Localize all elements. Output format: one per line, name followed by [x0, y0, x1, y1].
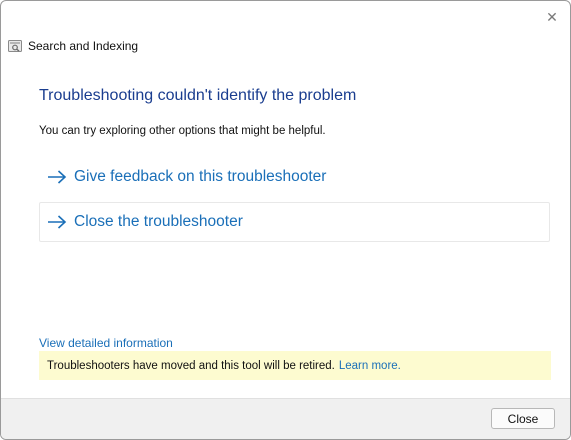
close-button[interactable]: Close — [491, 408, 555, 429]
app-header: Search and Indexing — [8, 38, 138, 54]
give-feedback-option[interactable]: Give feedback on this troubleshooter — [39, 157, 550, 197]
footer-bar: Close — [1, 398, 570, 439]
retirement-notice-banner: Troubleshooters have moved and this tool… — [39, 351, 551, 380]
page-subtext: You can try exploring other options that… — [39, 125, 326, 137]
notice-text: Troubleshooters have moved and this tool… — [47, 359, 335, 372]
close-troubleshooter-label: Close the troubleshooter — [74, 213, 243, 230]
view-detailed-information-link[interactable]: View detailed information — [39, 336, 173, 350]
window-close-icon[interactable]: ✕ — [542, 7, 562, 27]
search-indexing-icon — [8, 40, 22, 52]
troubleshooter-window: ✕ Search and Indexing Troubleshooting co… — [0, 0, 571, 440]
app-title: Search and Indexing — [28, 39, 139, 53]
page-title: Troubleshooting couldn't identify the pr… — [39, 87, 357, 104]
learn-more-link[interactable]: Learn more. — [339, 360, 401, 372]
arrow-right-icon — [48, 215, 67, 229]
close-troubleshooter-option[interactable]: Close the troubleshooter — [39, 202, 550, 242]
give-feedback-label: Give feedback on this troubleshooter — [74, 168, 327, 185]
title-bar: ✕ — [1, 1, 570, 33]
arrow-right-icon — [48, 170, 67, 184]
